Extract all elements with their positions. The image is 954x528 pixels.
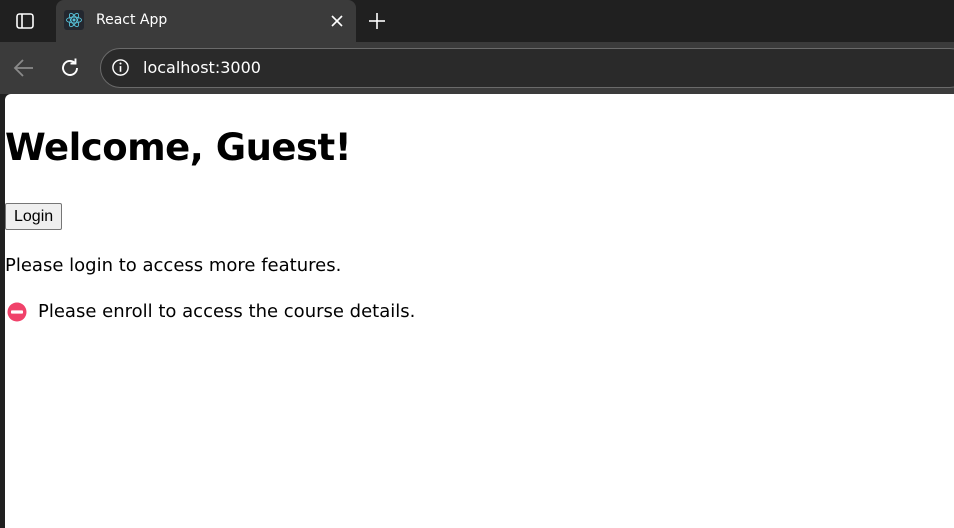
enroll-notice-text: Please enroll to access the course detai…	[38, 301, 416, 322]
reload-button[interactable]	[56, 54, 84, 82]
tab-title: React App	[96, 12, 168, 28]
back-button[interactable]	[10, 54, 38, 82]
info-icon[interactable]	[111, 58, 130, 77]
login-prompt-text: Please login to access more features.	[5, 255, 342, 276]
active-tab[interactable]: React App	[56, 0, 356, 42]
back-arrow-icon	[13, 59, 33, 77]
enroll-notice: Please enroll to access the course detai…	[7, 301, 415, 322]
login-button[interactable]: Login	[5, 203, 63, 230]
close-icon	[331, 15, 343, 27]
page-viewport: Welcome, Guest! Login Please login to ac…	[5, 94, 954, 528]
page-title: Welcome, Guest!	[5, 126, 352, 169]
tab-actions-icon	[16, 13, 34, 29]
plus-icon	[369, 13, 385, 29]
address-bar[interactable]: localhost:3000	[100, 48, 954, 88]
tab-strip: React App	[0, 0, 954, 42]
tab-close-button[interactable]	[328, 12, 346, 30]
tab-actions-button[interactable]	[8, 7, 42, 35]
url-text[interactable]: localhost:3000	[143, 58, 261, 77]
reload-icon	[62, 58, 78, 76]
no-entry-icon	[7, 302, 27, 321]
new-tab-button[interactable]	[364, 8, 390, 34]
browser-toolbar: localhost:3000	[0, 42, 954, 94]
react-logo-icon	[64, 10, 84, 30]
